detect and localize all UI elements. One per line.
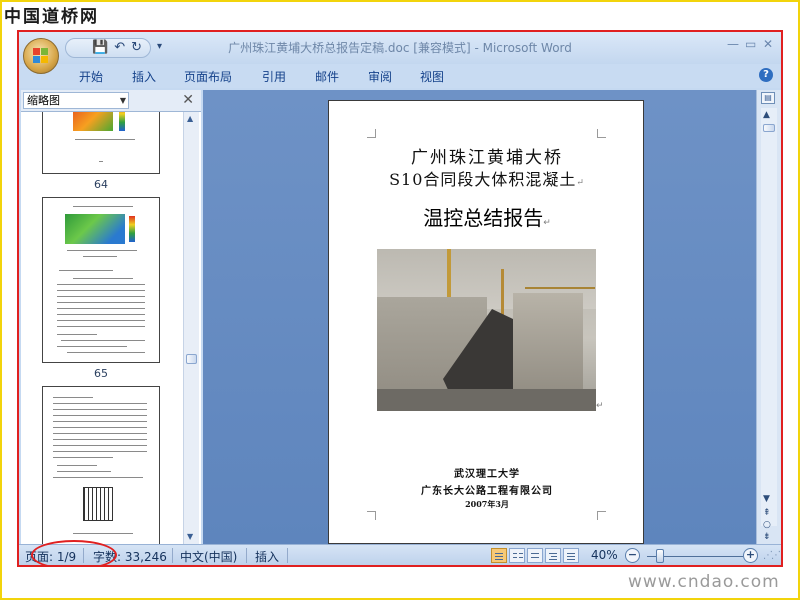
maximize-icon[interactable]: ▭	[745, 37, 756, 51]
title-bar: 广州珠江黄埔大桥总报告定稿.doc [兼容模式] - Microsoft Wor…	[19, 32, 781, 64]
scroll-thumb[interactable]	[763, 124, 775, 132]
previous-page-icon[interactable]: ⇞	[763, 508, 771, 518]
outline-view-button[interactable]	[545, 548, 561, 563]
undo-icon[interactable]: ↶	[112, 39, 127, 57]
save-icon[interactable]: 💾	[90, 39, 110, 57]
office-logo-icon	[33, 48, 49, 64]
document-title-line-3: 温控总结报告↵	[329, 202, 645, 231]
zoom-in-button[interactable]: +	[743, 548, 758, 563]
word-window: 广州珠江黄埔大桥总报告定稿.doc [兼容模式] - Microsoft Wor…	[17, 30, 783, 567]
document-date: 2007年3月	[465, 499, 509, 509]
status-bar: 页面: 1/9 字数: 33,246 中文(中国) 插入 40% − + ⋰⋰	[19, 544, 781, 565]
thumbnail-list: 64 65	[21, 112, 183, 544]
full-screen-reading-view-button[interactable]	[509, 548, 525, 563]
zoom-level[interactable]: 40%	[591, 548, 618, 562]
thumbnail-page-number: 64	[94, 178, 108, 191]
thumbnail-legend	[129, 216, 135, 242]
thumbnail-pane: 缩略图 ▼ ✕ 64 65 ▲ ▼	[21, 90, 201, 544]
tab-references[interactable]: 引用	[262, 68, 286, 85]
scroll-down-icon[interactable]: ▼	[187, 532, 193, 541]
thumbnail-page[interactable]	[42, 197, 160, 363]
document-page[interactable]: 广州珠江黄埔大桥 S10合同段大体积混凝土↵ 温控总结报告↵ ↵ 武汉理工大学	[328, 100, 644, 544]
paragraph-mark: ↵	[543, 218, 551, 228]
insert-mode-indicator[interactable]: 插入	[255, 548, 279, 565]
resize-grip-icon[interactable]: ⋰⋰	[763, 550, 781, 561]
vertical-scrollbar[interactable]: ▤ ▲ ▼ ⇞ ○ ⇟	[756, 90, 781, 544]
tab-page-layout[interactable]: 页面布局	[184, 68, 232, 85]
thumbnail-page[interactable]	[42, 112, 160, 174]
web-layout-view-button[interactable]	[527, 548, 543, 563]
chevron-down-icon: ▼	[119, 96, 126, 105]
thumbnail-page-number: 65	[94, 367, 108, 380]
scroll-down-icon[interactable]: ▼	[763, 494, 770, 504]
tab-insert[interactable]: 插入	[132, 68, 156, 85]
construction-photo	[377, 249, 596, 411]
print-layout-view-button[interactable]	[491, 548, 507, 563]
thumbnail-figure	[83, 487, 113, 521]
pane-title: 缩略图	[27, 94, 60, 107]
signature-2-text: 广东长大公路工程有限公司	[421, 486, 553, 497]
scroll-up-icon[interactable]: ▲	[763, 110, 770, 120]
paragraph-mark: ↵	[596, 401, 604, 411]
ribbon-tabs: 开始 插入 页面布局 引用 邮件 审阅 视图 ?	[19, 64, 781, 88]
thumbnail-scrollbar[interactable]: ▲ ▼	[183, 112, 199, 544]
signature-1-text: 武汉理工大学	[454, 469, 520, 480]
chevron-down-icon[interactable]: ▾	[157, 41, 162, 52]
document-area: 广州珠江黄埔大桥 S10合同段大体积混凝土↵ 温控总结报告↵ ↵ 武汉理工大学	[203, 90, 756, 544]
next-page-icon[interactable]: ⇟	[763, 532, 771, 542]
thumbnail-legend	[119, 112, 125, 131]
title-line-2-text: S10合同段大体积混凝土	[389, 170, 577, 189]
thumbnail-page[interactable]	[42, 386, 160, 544]
redo-icon[interactable]: ↻	[129, 39, 144, 57]
signature-line-2: 广东长大公路工程有限公司	[329, 482, 645, 497]
site-url: www.cndao.com	[628, 572, 780, 592]
title-line-3-text: 温控总结报告	[423, 206, 544, 230]
scroll-up-icon[interactable]: ▲	[187, 114, 193, 123]
office-button[interactable]	[23, 38, 59, 74]
zoom-slider-handle[interactable]	[656, 549, 664, 563]
photo-ground	[377, 389, 596, 411]
paragraph-mark: ↵	[576, 178, 585, 188]
thumbnail-figure	[65, 214, 125, 244]
pane-view-select[interactable]: 缩略图 ▼	[23, 92, 129, 109]
tab-review[interactable]: 审阅	[368, 68, 392, 85]
tab-mailings[interactable]: 邮件	[315, 68, 339, 85]
tab-home[interactable]: 开始	[79, 68, 103, 85]
language-indicator[interactable]: 中文(中国)	[180, 548, 237, 565]
thumbnail-figure	[73, 112, 113, 131]
title-line-1-text: 广州珠江黄埔大桥	[411, 148, 563, 168]
document-title-line-1: 广州珠江黄埔大桥	[329, 143, 645, 168]
help-icon[interactable]: ?	[759, 68, 773, 82]
scroll-thumb[interactable]	[186, 354, 197, 364]
tab-view[interactable]: 视图	[420, 68, 444, 85]
highlight-annotation	[31, 540, 117, 565]
zoom-out-button[interactable]: −	[625, 548, 640, 563]
site-logo: 中国道桥网	[4, 7, 99, 27]
signature-line-1: 武汉理工大学	[329, 465, 645, 480]
close-icon[interactable]: ✕	[763, 37, 773, 51]
ruler-toggle-icon[interactable]: ▤	[761, 92, 775, 104]
document-title-line-2: S10合同段大体积混凝土↵	[329, 166, 645, 190]
scroll-track[interactable]	[761, 108, 777, 526]
photo-crane	[525, 287, 595, 289]
quick-access-toolbar: 💾 ↶ ↻	[65, 38, 151, 58]
draft-view-button[interactable]	[563, 548, 579, 563]
select-browse-object-icon[interactable]: ○	[763, 520, 771, 530]
close-icon[interactable]: ✕	[182, 92, 194, 108]
minimize-icon[interactable]: —	[727, 37, 739, 51]
thumbnail-pane-header: 缩略图 ▼ ✕	[21, 90, 201, 112]
